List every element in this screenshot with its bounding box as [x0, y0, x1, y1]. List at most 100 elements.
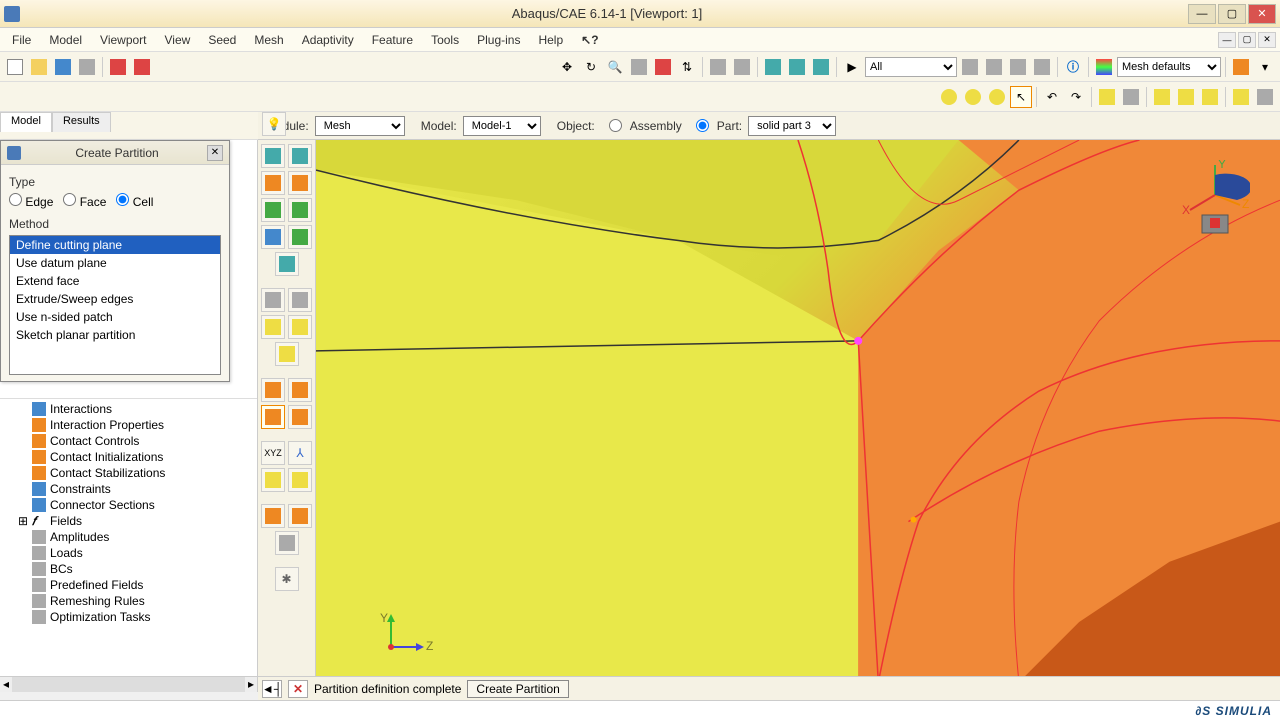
tree-contact-initializations[interactable]: Contact Initializations — [4, 449, 253, 465]
cycle-button[interactable]: ⇅ — [676, 56, 698, 78]
fit-button[interactable] — [652, 56, 674, 78]
dialog-close-button[interactable]: ✕ — [207, 145, 223, 161]
sel2-button[interactable] — [983, 56, 1005, 78]
persp1-button[interactable] — [762, 56, 784, 78]
menu-plugins[interactable]: Plug-ins — [469, 30, 528, 50]
menu-file[interactable]: File — [4, 30, 39, 50]
mdi-restore[interactable]: ▢ — [1238, 32, 1256, 48]
zoom-box-button[interactable] — [628, 56, 650, 78]
mdi-close[interactable]: ✕ — [1258, 32, 1276, 48]
menu-tools[interactable]: Tools — [423, 30, 467, 50]
model-select[interactable]: Model-1 — [463, 116, 541, 136]
zoom-button[interactable]: 🔍 — [604, 56, 626, 78]
type-face-option[interactable]: Face — [63, 193, 106, 209]
box2-button[interactable] — [1120, 86, 1142, 108]
ref1-button[interactable] — [1230, 86, 1252, 108]
menu-adaptivity[interactable]: Adaptivity — [294, 30, 362, 50]
tab-model[interactable]: Model — [0, 112, 52, 132]
type-cell-option[interactable]: Cell — [116, 193, 153, 209]
rotate-button[interactable]: ↻ — [580, 56, 602, 78]
context-help-icon[interactable]: ↖? — [573, 30, 606, 50]
shade-button[interactable] — [1230, 56, 1252, 78]
minimize-button[interactable]: — — [1188, 4, 1216, 24]
shape2-button[interactable] — [962, 86, 984, 108]
tree-constraints[interactable]: Constraints — [4, 481, 253, 497]
prompt-back-button[interactable]: ◄┤ — [262, 680, 282, 698]
sel3-button[interactable] — [1007, 56, 1029, 78]
ref2-button[interactable] — [1254, 86, 1276, 108]
tab-results[interactable]: Results — [52, 112, 111, 132]
method-item-5[interactable]: Sketch planar partition — [10, 326, 220, 344]
render-select[interactable]: Mesh defaults — [1117, 57, 1221, 77]
datum-csys-button[interactable]: ⅄ — [288, 441, 312, 465]
color-toggle[interactable] — [1093, 56, 1115, 78]
tree-contact-stabilizations[interactable]: Contact Stabilizations — [4, 465, 253, 481]
redo-button[interactable]: ↷ — [1065, 86, 1087, 108]
menu-seed[interactable]: Seed — [200, 30, 244, 50]
menu-help[interactable]: Help — [530, 30, 571, 50]
mesh-controls-button[interactable] — [261, 171, 285, 195]
open-button[interactable] — [28, 56, 50, 78]
tool-d1[interactable] — [261, 468, 285, 492]
filter-select[interactable]: All — [865, 57, 957, 77]
seed-edge-button[interactable] — [288, 144, 312, 168]
model-tree[interactable]: Interactions Interaction Properties Cont… — [0, 398, 257, 676]
tool-f1[interactable]: ✱ — [275, 567, 299, 591]
part-radio[interactable] — [696, 119, 709, 132]
method-item-1[interactable]: Use datum plane — [10, 254, 220, 272]
tool-b2[interactable] — [288, 315, 312, 339]
method-list[interactable]: Define cutting plane Use datum plane Ext… — [9, 235, 221, 375]
view-triad[interactable]: Y Z X — [1180, 160, 1250, 240]
wire2-button[interactable] — [1175, 86, 1197, 108]
tree-connector-sections[interactable]: Connector Sections — [4, 497, 253, 513]
tree-hscroll[interactable]: ◂▸ — [0, 676, 257, 692]
orphan-mesh-button[interactable] — [275, 252, 299, 276]
tool-d2[interactable] — [288, 468, 312, 492]
method-item-0[interactable]: Define cutting plane — [10, 236, 220, 254]
create-surface-button[interactable] — [288, 288, 312, 312]
persp3-button[interactable] — [810, 56, 832, 78]
sel4-button[interactable] — [1031, 56, 1053, 78]
info-button[interactable]: ⓘ — [1062, 56, 1084, 78]
tree-loads[interactable]: Loads — [4, 545, 253, 561]
method-item-2[interactable]: Extend face — [10, 272, 220, 290]
part-select[interactable]: solid part 3 — [748, 116, 836, 136]
datum-point-button[interactable]: XYZ — [261, 441, 285, 465]
wire1-button[interactable] — [1151, 86, 1173, 108]
tool-b1[interactable] — [261, 315, 285, 339]
select-arrow[interactable]: ▶ — [841, 56, 863, 78]
shape3-button[interactable] — [986, 86, 1008, 108]
tree-optimization-tasks[interactable]: Optimization Tasks — [4, 609, 253, 625]
shape1-button[interactable] — [938, 86, 960, 108]
tool-c4[interactable] — [288, 405, 312, 429]
tree-amplitudes[interactable]: Amplitudes — [4, 529, 253, 545]
prompt-cancel-button[interactable]: ✕ — [288, 680, 308, 698]
tool-red2[interactable] — [131, 56, 153, 78]
mesh-query-button[interactable] — [288, 225, 312, 249]
viewport[interactable]: Y Z X Y Z — [316, 140, 1280, 692]
partition-tool-button[interactable] — [261, 405, 285, 429]
seed-part-button[interactable] — [261, 144, 285, 168]
tool-e3[interactable] — [275, 531, 299, 555]
tool-c2[interactable] — [288, 378, 312, 402]
save-button[interactable] — [52, 56, 74, 78]
grid1-button[interactable] — [707, 56, 729, 78]
print-button[interactable] — [76, 56, 98, 78]
verify-mesh-button[interactable] — [261, 225, 285, 249]
menu-viewport[interactable]: Viewport — [92, 30, 154, 50]
menu-view[interactable]: View — [157, 30, 199, 50]
tree-bcs[interactable]: BCs — [4, 561, 253, 577]
sel1-button[interactable] — [959, 56, 981, 78]
pan-button[interactable]: ✥ — [556, 56, 578, 78]
tree-contact-controls[interactable]: Contact Controls — [4, 433, 253, 449]
menu-mesh[interactable]: Mesh — [246, 30, 291, 50]
mesh-part-button[interactable] — [261, 198, 285, 222]
tree-interactions[interactable]: Interactions — [4, 401, 253, 417]
tip-icon[interactable]: 💡 — [262, 112, 286, 136]
create-set-button[interactable] — [261, 288, 285, 312]
new-button[interactable] — [4, 56, 26, 78]
tool-b3[interactable] — [275, 342, 299, 366]
close-button[interactable]: ✕ — [1248, 4, 1276, 24]
persp2-button[interactable] — [786, 56, 808, 78]
menu-model[interactable]: Model — [41, 30, 90, 50]
